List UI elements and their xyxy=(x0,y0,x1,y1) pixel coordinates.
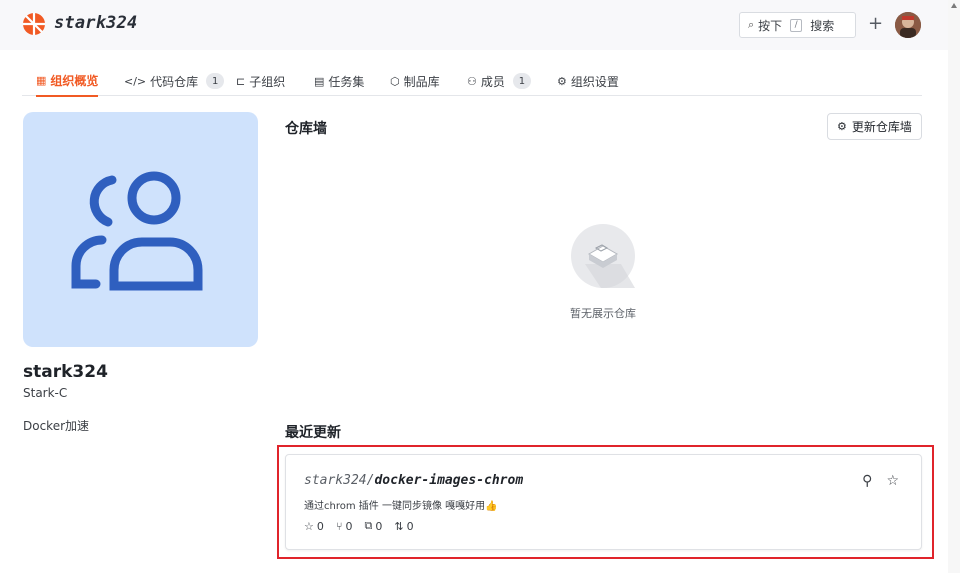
empty-box-icon xyxy=(571,224,635,288)
tab-label: 任务集 xyxy=(328,74,365,89)
pulls-stat: ⇅ 0 xyxy=(394,519,413,533)
update-repo-wall-button[interactable]: ⚙ 更新仓库墙 xyxy=(827,113,922,140)
pull-request-icon: ⇅ xyxy=(394,519,404,533)
repo-card[interactable]: stark324/docker-images-chrom 通过chrom 插件 … xyxy=(285,454,922,550)
member-count-badge: 1 xyxy=(512,73,531,89)
stars-stat: ☆ 0 xyxy=(304,519,324,533)
top-header: stark324 ⌕ 按下 / 搜索 + xyxy=(0,0,948,50)
tab-label: 子组织 xyxy=(249,74,286,89)
org-avatar xyxy=(23,112,258,347)
page: stark324 ⌕ 按下 / 搜索 + ▦ 组织概览 </> 代码仓库 1 ⊏… xyxy=(0,0,960,573)
repo-count-badge: 1 xyxy=(206,73,225,89)
task-icon: ▤ xyxy=(314,74,325,88)
tab-sub-orgs[interactable]: ⊏ 子组织 xyxy=(236,66,285,96)
update-repo-wall-label: 更新仓库墙 xyxy=(851,120,912,134)
repo-wall-title: 仓库墙 xyxy=(285,121,327,137)
recent-updates-title: 最近更新 xyxy=(285,425,341,441)
card-actions: ⚲ ☆ xyxy=(862,473,899,489)
tab-label: 制品库 xyxy=(403,74,440,89)
search-icon: ⌕ xyxy=(748,18,755,31)
tab-label: 组织概览 xyxy=(50,74,99,88)
org-name: stark324 xyxy=(23,362,108,382)
search-shortcut-key: / xyxy=(790,18,803,32)
repo-stats: ☆ 0 ⑂ 0 ⧉ 0 ⇅ 0 xyxy=(304,519,414,533)
search-hint-press: 按下 xyxy=(758,18,783,33)
star-icon: ☆ xyxy=(304,519,314,533)
code-icon: </> xyxy=(124,74,147,88)
search-hint-action: 搜索 xyxy=(810,18,835,33)
search-box[interactable]: ⌕ 按下 / 搜索 xyxy=(739,12,856,38)
tab-settings[interactable]: ⚙ 组织设置 xyxy=(557,66,619,96)
brand-logo-icon[interactable] xyxy=(22,12,46,36)
pulls-count: 0 xyxy=(406,519,414,533)
repo-name: docker-images-chrom xyxy=(374,473,524,488)
empty-repo-text: 暂无展示仓库 xyxy=(570,307,636,320)
tab-label: 代码仓库 xyxy=(150,74,199,89)
scroll-up-arrow-icon[interactable] xyxy=(951,3,957,8)
settings-icon: ⚙ xyxy=(557,74,567,88)
pin-icon[interactable]: ⚲ xyxy=(862,473,872,489)
issues-stat: ⧉ 0 xyxy=(364,519,382,533)
tab-label: 组织设置 xyxy=(570,74,619,89)
repo-owner: stark324/ xyxy=(304,473,375,488)
repo-description: 通过chrom 插件 一键同步镜像 嘎嘎好用👍 xyxy=(304,501,498,512)
tab-packages[interactable]: ⬡ 制品库 xyxy=(390,66,440,96)
brand-name[interactable]: stark324 xyxy=(54,13,137,33)
org-description: Docker加速 xyxy=(23,419,90,433)
tab-tasks[interactable]: ▤ 任务集 xyxy=(314,66,364,96)
issues-count: 0 xyxy=(375,519,383,533)
org-tabs: ▦ 组织概览 </> 代码仓库 1 ⊏ 子组织 ▤ 任务集 ⬡ 制品库 ⚇ 成员… xyxy=(22,66,922,97)
user-avatar[interactable] xyxy=(895,12,921,38)
sub-org-icon: ⊏ xyxy=(236,74,246,88)
grid-icon: ▦ xyxy=(36,74,47,87)
org-subtitle: Stark-C xyxy=(23,386,68,400)
repo-title[interactable]: stark324/docker-images-chrom xyxy=(304,473,523,488)
forks-stat: ⑂ 0 xyxy=(336,519,353,533)
stars-count: 0 xyxy=(316,519,324,533)
issue-icon: ⧉ xyxy=(364,519,373,532)
settings-icon: ⚙ xyxy=(837,120,847,133)
forks-count: 0 xyxy=(345,519,353,533)
tab-repositories[interactable]: </> 代码仓库 1 xyxy=(124,66,225,96)
star-button-icon[interactable]: ☆ xyxy=(886,473,899,489)
tab-members[interactable]: ⚇ 成员 1 xyxy=(467,66,531,96)
org-members-icon xyxy=(71,171,202,290)
tab-label: 成员 xyxy=(480,74,505,89)
avatar-image-icon xyxy=(895,12,921,38)
scrollbar[interactable] xyxy=(948,0,960,573)
tab-overview[interactable]: ▦ 组织概览 xyxy=(36,66,99,97)
members-icon: ⚇ xyxy=(467,74,477,88)
fork-icon: ⑂ xyxy=(335,519,343,533)
add-button[interactable]: + xyxy=(868,13,883,35)
package-icon: ⬡ xyxy=(390,74,400,88)
